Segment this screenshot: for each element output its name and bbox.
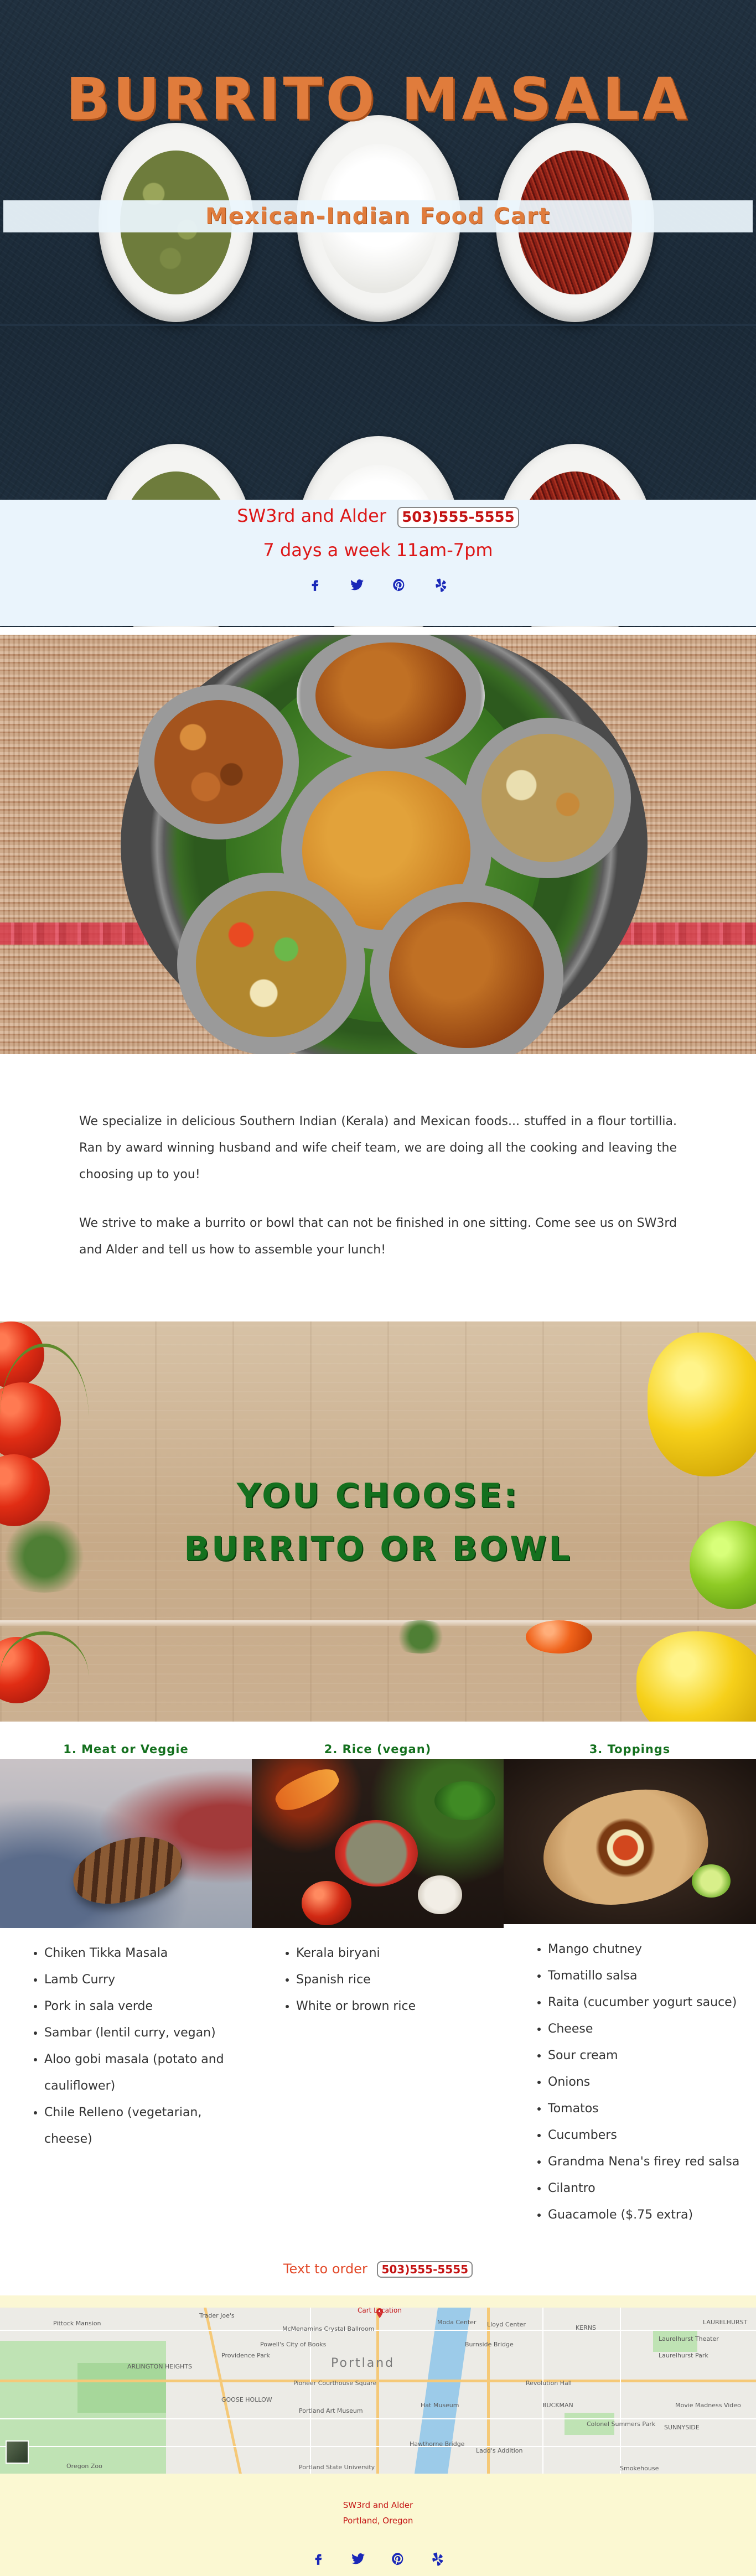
social-links	[0, 577, 756, 593]
meat-list: Chiken Tikka Masala Lamb Curry Pork in s…	[0, 1928, 252, 2153]
pinterest-icon[interactable]	[391, 577, 407, 593]
list-item: Cilantro	[548, 2175, 756, 2202]
choose-heading-line2: BURRITO OR BOWL	[184, 1530, 572, 1568]
rice-list: Kerala biryani Spanish rice White or bro…	[252, 1928, 504, 2020]
info-panel: SW3rd and Alder 503)555-5555 7 days a we…	[0, 500, 756, 626]
list-item: Aloo gobi masala (potato and cauliflower…	[44, 2046, 252, 2100]
twitter-icon[interactable]	[349, 577, 365, 593]
map-pin-label: Cart Location	[358, 2308, 402, 2314]
pinterest-icon[interactable]	[390, 2551, 406, 2567]
order-phone-link[interactable]: 503)555-5555	[377, 2261, 473, 2278]
list-item: Pork in sala verde	[44, 1993, 252, 2020]
meat-heading: 1. Meat or Veggie	[63, 1743, 189, 1756]
list-item: Mango chutney	[548, 1936, 756, 1963]
yelp-icon[interactable]	[433, 577, 449, 593]
phone-link[interactable]: 503)555-5555	[397, 507, 519, 528]
choose-heading-line1: YOU CHOOSE:	[236, 1476, 520, 1515]
rasam-bowl	[370, 884, 563, 1054]
list-item: Guacamole ($.75 extra)	[548, 2202, 756, 2228]
orange-pepper-image	[526, 1620, 592, 1654]
about-section: We specialize in delicious Southern Indi…	[79, 1108, 677, 1286]
location-text: SW3rd and Alder	[237, 505, 386, 526]
toppings-list: Mango chutney Tomatillo salsa Raita (cuc…	[504, 1924, 756, 2228]
footer: SW3rd and Alder Portland, Oregon	[0, 2474, 756, 2576]
list-item: Raita (cucumber yogurt sauce)	[548, 1989, 756, 2016]
rice-column: 2. Rice (vegan) Kerala biryani Spanish r…	[252, 1739, 504, 2020]
facebook-icon[interactable]	[307, 577, 323, 593]
thali-photo	[0, 635, 756, 1054]
yelp-icon[interactable]	[430, 2551, 446, 2567]
map-satellite-thumbnail[interactable]	[6, 2440, 29, 2464]
location-line: SW3rd and Alder 503)555-5555	[0, 505, 756, 528]
footer-social-links	[0, 2551, 756, 2567]
order-line: Text to order 503)555-5555	[0, 2261, 756, 2278]
yellow-pepper-image	[636, 1631, 756, 1722]
list-item: Sour cream	[548, 2043, 756, 2069]
list-item: Spanish rice	[296, 1967, 504, 1993]
list-item: Sambar (lentil curry, vegan)	[44, 2020, 252, 2046]
toppings-heading: 3. Toppings	[589, 1743, 671, 1756]
toppings-column: 3. Toppings Mango chutney Tomatillo sals…	[504, 1739, 756, 2228]
hero-section: BURRITO MASALA Mexican-Indian Food Cart …	[0, 0, 756, 627]
list-item: Chile Relleno (vegetarian, cheese)	[44, 2100, 252, 2153]
burrito-image	[504, 1759, 756, 1924]
yellow-pepper-image	[648, 1333, 756, 1476]
about-paragraph: We specialize in delicious Southern Indi…	[79, 1115, 677, 1181]
willamette-river	[414, 2308, 472, 2474]
footer-city: Portland, Oregon	[343, 2516, 413, 2526]
about-paragraph: We strive to make a burrito or bowl that…	[79, 1216, 677, 1257]
list-item: Onions	[548, 2069, 756, 2096]
rice-heading: 2. Rice (vegan)	[324, 1743, 432, 1756]
choose-heading: YOU CHOOSE: BURRITO OR BOWL	[0, 1469, 756, 1575]
grilled-meat-image	[0, 1759, 252, 1928]
list-item: Cucumbers	[548, 2122, 756, 2149]
site-tagline: Mexican-Indian Food Cart	[3, 200, 753, 232]
site-title: BURRITO MASALA	[65, 65, 691, 133]
facebook-icon[interactable]	[310, 2551, 326, 2567]
hours-text: 7 days a week 11am-7pm	[263, 540, 493, 561]
meat-column: 1. Meat or Veggie Chiken Tikka Masala La…	[0, 1739, 252, 2153]
list-item: Chiken Tikka Masala	[44, 1940, 252, 1967]
list-item: White or brown rice	[296, 1993, 504, 2020]
poriyal-bowl	[465, 718, 631, 878]
footer-address: SW3rd and Alder	[343, 2500, 413, 2510]
rasam-bowl-top	[297, 635, 485, 762]
location-map[interactable]: Cart Location Portland Pittock Mansion T…	[0, 2308, 756, 2474]
order-label: Text to order	[283, 2261, 367, 2277]
list-item: Tomatos	[548, 2096, 756, 2122]
curry-bowl	[138, 685, 299, 839]
list-item: Kerala biryani	[296, 1940, 504, 1967]
list-item: Tomatillo salsa	[548, 1963, 756, 1989]
list-item: Lamb Curry	[44, 1967, 252, 1993]
twitter-icon[interactable]	[350, 2551, 366, 2567]
rice-bowl-image	[252, 1759, 504, 1928]
map-city-label: Portland	[331, 2356, 395, 2370]
list-item: Cheese	[548, 2016, 756, 2043]
list-item: Grandma Nena's firey red salsa	[548, 2149, 756, 2175]
salad-bowl	[177, 873, 365, 1054]
